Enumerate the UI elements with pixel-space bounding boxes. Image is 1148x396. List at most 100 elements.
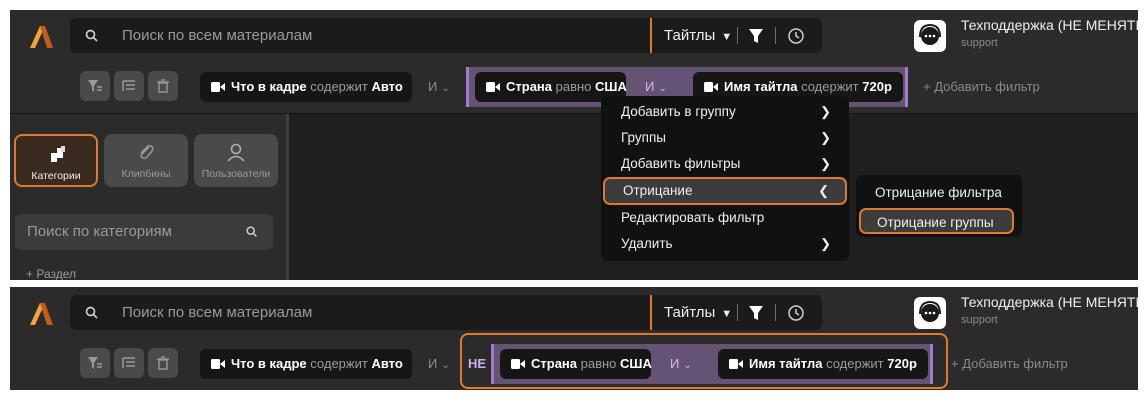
support-name: Техподдержка (НЕ МЕНЯТЬ) bbox=[961, 294, 1138, 310]
divider bbox=[775, 304, 776, 321]
filter-operator: равно bbox=[555, 79, 592, 94]
screenshot-after: Поиск по всем материалам Тайтлы ▼ Техподд… bbox=[10, 287, 1138, 390]
funnel-icon[interactable] bbox=[748, 305, 764, 321]
and-operator[interactable]: И ⌄ bbox=[428, 349, 450, 379]
global-search[interactable]: Поиск по всем материалам Тайтлы ▼ bbox=[70, 18, 822, 53]
menu-item-add-filters[interactable]: Добавить фильтры ❯ bbox=[603, 151, 847, 177]
tab-label: Клипбины bbox=[121, 168, 171, 180]
filter-bar: Что в кадре содержит Авто И ⌄ НЕ Страна р… bbox=[10, 333, 1138, 390]
chevron-right-icon: ❯ bbox=[820, 130, 831, 145]
tab-label: Пользователи bbox=[201, 168, 271, 180]
category-search-input[interactable]: Поиск по категориям bbox=[27, 214, 172, 250]
scope-label: Тайтлы bbox=[664, 27, 716, 44]
filter-field: Что в кадре bbox=[231, 79, 307, 94]
top-bar: Поиск по всем материалам Тайтлы ▼ Техподд… bbox=[10, 10, 1138, 64]
camera-icon bbox=[211, 82, 225, 92]
filter-chip-content[interactable]: Что в кадре содержит Авто bbox=[200, 72, 412, 102]
sidebar: Категории Клипбины Пользователи Поиск по… bbox=[10, 114, 286, 280]
clock-icon[interactable] bbox=[787, 27, 805, 45]
funnel-icon[interactable] bbox=[748, 28, 764, 44]
submenu-item-negate-group[interactable]: Отрицание группы bbox=[859, 208, 1014, 234]
support-subtitle: support bbox=[961, 37, 998, 49]
scope-dropdown[interactable]: Тайтлы ▼ bbox=[660, 18, 736, 53]
add-filter-button[interactable]: + Добавить фильтр bbox=[951, 349, 1068, 379]
divider bbox=[737, 27, 738, 44]
negation-label[interactable]: НЕ bbox=[468, 349, 486, 379]
menu-item-add-to-group[interactable]: Добавить в группу ❯ bbox=[603, 99, 847, 125]
tab-clipbins[interactable]: Клипбины bbox=[104, 134, 188, 187]
sidebar-divider[interactable] bbox=[286, 114, 289, 280]
filter-group-icon bbox=[88, 357, 102, 369]
divider bbox=[775, 27, 776, 44]
filter-value: 720p bbox=[862, 79, 892, 94]
menu-item-delete[interactable]: Удалить ❯ bbox=[603, 231, 847, 257]
menu-item-edit-filter[interactable]: Редактировать фильтр bbox=[603, 205, 847, 231]
camera-icon bbox=[729, 359, 743, 369]
filter-operator: содержит bbox=[801, 79, 859, 94]
search-icon bbox=[85, 306, 98, 319]
and-operator[interactable]: И ⌄ bbox=[428, 72, 450, 102]
filter-chip-content[interactable]: Что в кадре содержит Авто bbox=[200, 349, 412, 379]
chevron-down-icon: ▼ bbox=[721, 308, 733, 320]
group-and-operator[interactable]: И ⌄ bbox=[670, 349, 692, 379]
filter-group-button[interactable] bbox=[80, 348, 110, 378]
search-divider bbox=[650, 295, 652, 330]
filter-bar: Что в кадре содержит Авто И ⌄ Страна равн… bbox=[10, 64, 1138, 114]
tab-label: Категории bbox=[31, 170, 81, 182]
filter-list-button[interactable] bbox=[114, 71, 144, 101]
headset-icon[interactable] bbox=[914, 297, 946, 329]
search-icon bbox=[85, 29, 98, 42]
and-label: И bbox=[645, 79, 655, 94]
filter-operator: равно bbox=[580, 356, 617, 371]
filter-value: 720p bbox=[887, 356, 917, 371]
filter-field: Страна bbox=[531, 356, 578, 371]
chevron-down-icon: ⌄ bbox=[441, 360, 450, 371]
support-subtitle: support bbox=[961, 314, 998, 326]
filter-value: Авто bbox=[371, 356, 403, 371]
filter-operator: содержит bbox=[310, 79, 368, 94]
support-name: Техподдержка (НЕ МЕНЯТЬ) bbox=[961, 17, 1138, 33]
chevron-down-icon: ⌄ bbox=[683, 360, 692, 371]
camera-icon bbox=[211, 359, 225, 369]
filter-chip-title-name[interactable]: Имя тайтла содержит 720p bbox=[718, 349, 928, 379]
camera-icon bbox=[511, 359, 525, 369]
global-search-input[interactable]: Поиск по всем материалам bbox=[122, 295, 312, 330]
user-icon bbox=[227, 143, 245, 162]
trash-icon bbox=[157, 356, 169, 370]
clock-icon[interactable] bbox=[787, 304, 805, 322]
chevron-right-icon: ❯ bbox=[820, 104, 831, 119]
divider bbox=[737, 304, 738, 321]
menu-item-groups[interactable]: Группы ❯ bbox=[603, 125, 847, 151]
filter-field: Что в кадре bbox=[231, 356, 307, 371]
category-search[interactable]: Поиск по категориям bbox=[15, 214, 273, 250]
filter-group-icon bbox=[88, 80, 102, 92]
filter-list-icon bbox=[122, 357, 135, 368]
scope-label: Тайтлы bbox=[664, 304, 716, 321]
add-filter-button[interactable]: + Добавить фильтр bbox=[923, 72, 1040, 102]
chevron-left-icon: ❮ bbox=[818, 183, 829, 198]
submenu-item-negate-filter[interactable]: Отрицание фильтра bbox=[856, 180, 1022, 206]
headset-icon[interactable] bbox=[914, 20, 946, 52]
chevron-down-icon: ▼ bbox=[721, 31, 733, 43]
and-label: И bbox=[670, 356, 680, 371]
filter-list-button[interactable] bbox=[114, 348, 144, 378]
search-icon bbox=[246, 226, 257, 237]
global-search[interactable]: Поиск по всем материалам Тайтлы ▼ bbox=[70, 295, 822, 330]
negation-submenu: Отрицание фильтра Отрицание группы bbox=[856, 175, 1022, 237]
paperclip-icon bbox=[140, 145, 154, 160]
search-divider bbox=[650, 18, 652, 53]
chevron-down-icon: ⌄ bbox=[658, 83, 667, 94]
filter-group-button[interactable] bbox=[80, 71, 110, 101]
filter-chip-country[interactable]: Страна равно США bbox=[500, 349, 652, 379]
add-section-button[interactable]: + Раздел bbox=[26, 267, 76, 280]
global-search-input[interactable]: Поиск по всем материалам bbox=[122, 18, 312, 53]
delete-filters-button[interactable] bbox=[148, 71, 178, 101]
filter-list-icon bbox=[122, 80, 135, 91]
tab-users[interactable]: Пользователи bbox=[194, 134, 278, 187]
menu-item-negation[interactable]: Отрицание ❮ bbox=[603, 177, 847, 205]
chevron-right-icon: ❯ bbox=[820, 156, 831, 171]
scope-dropdown[interactable]: Тайтлы ▼ bbox=[660, 295, 736, 330]
delete-filters-button[interactable] bbox=[148, 348, 178, 378]
tab-categories[interactable]: Категории bbox=[14, 134, 98, 187]
chevron-right-icon: ❯ bbox=[820, 236, 831, 251]
